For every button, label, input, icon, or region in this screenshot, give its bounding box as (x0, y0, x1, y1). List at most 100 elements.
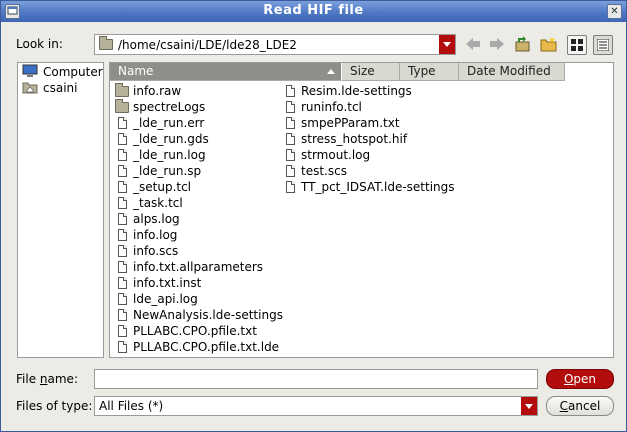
window-title: Read HIF file (263, 3, 364, 18)
file-icon (111, 229, 133, 241)
list-item[interactable]: runinfo.tcl (279, 99, 362, 115)
list-item[interactable]: lde_api.log (111, 291, 198, 307)
list-item[interactable]: info.log (111, 227, 177, 243)
file-icon (279, 165, 301, 177)
folder-icon (111, 98, 133, 113)
list-item-label: _task.tcl (133, 196, 183, 210)
close-icon[interactable]: ✕ (607, 4, 622, 19)
folder-icon (99, 36, 113, 53)
list-item-label: test.scs (301, 164, 347, 178)
column-header-type[interactable]: Type (400, 63, 459, 81)
list-item[interactable]: info.scs (111, 243, 178, 259)
list-item[interactable]: spectreLogs (111, 98, 206, 115)
look-in-combo[interactable]: /home/csaini/LDE/lde28_LDE2 (94, 34, 456, 55)
list-item-label: PLLABC.CPO.pfile.txt.lde (133, 340, 280, 354)
list-item[interactable]: TT_pct_IDSAT.lde-settings (279, 179, 455, 195)
file-icon (279, 181, 301, 193)
column-header-label: Size (350, 64, 375, 78)
column-header-label: Date Modified (467, 64, 551, 78)
new-folder-icon[interactable] (539, 34, 559, 54)
list-item-label: info.raw (133, 84, 182, 98)
list-item-label: PLLABC.CPO.pfile.txt (133, 324, 257, 338)
files-of-type-value: All Files (*) (99, 399, 164, 413)
list-item[interactable]: _setup.tcl (111, 179, 191, 195)
list-item[interactable]: PLLABC.CPO.pfile.txt (111, 323, 257, 339)
list-item[interactable]: info.raw (111, 82, 182, 99)
cancel-button-label: ancel (568, 399, 601, 413)
title-bar[interactable]: Read HIF file ✕ (1, 1, 626, 22)
forward-arrow-icon[interactable] (487, 34, 507, 54)
list-item-label: _lde_run.err (133, 116, 205, 130)
folder-icon (111, 82, 133, 97)
list-item-label: lde_api.log (133, 292, 198, 306)
list-item[interactable]: info.txt.allparameters (111, 259, 263, 275)
list-item[interactable]: _task.tcl (111, 195, 183, 211)
list-item[interactable]: Resim.lde-settings (279, 83, 412, 99)
open-button-mnemonic: O (563, 372, 574, 386)
open-button-label: pen (573, 372, 597, 386)
list-item[interactable]: strmout.log (279, 147, 370, 163)
file-icon (111, 325, 133, 337)
list-item[interactable]: info.txt.inst (111, 275, 201, 291)
list-item-label: _lde_run.log (133, 148, 206, 162)
list-item-label: NewAnalysis.lde-settings (133, 308, 283, 322)
file-icon (279, 117, 301, 129)
read-hif-file-dialog: Read HIF file ✕ Look in: /home/csaini/LD… (0, 0, 627, 432)
list-item-label: stress_hotspot.hif (301, 132, 408, 146)
list-item-label: info.txt.inst (133, 276, 202, 290)
look-in-label: Look in: (16, 37, 63, 51)
file-icon (111, 117, 133, 129)
list-item-label: _lde_run.gds (133, 132, 209, 146)
file-icon (111, 309, 133, 321)
file-name-label-pre: File (16, 372, 40, 386)
list-item[interactable]: alps.log (111, 211, 180, 227)
list-item-label: smpePParam.txt (301, 116, 400, 130)
look-in-path: /home/csaini/LDE/lde28_LDE2 (118, 38, 297, 52)
list-item[interactable]: smpePParam.txt (279, 115, 400, 131)
sidebar-item-csaini[interactable]: csaini (22, 80, 77, 96)
sidebar-item-label: Computer (43, 65, 103, 79)
file-icon (111, 165, 133, 177)
list-item[interactable]: _lde_run.err (111, 115, 204, 131)
list-item-label: _lde_run.sp (133, 164, 202, 178)
list-item[interactable]: PLLABC.CPO.pfile.txt.lde (111, 339, 279, 355)
detail-view-icon[interactable] (593, 35, 613, 55)
file-name-label-post: ame: (47, 372, 78, 386)
column-header-label: Type (408, 64, 436, 78)
chevron-down-icon[interactable] (439, 35, 455, 54)
list-item[interactable]: test.scs (279, 163, 347, 179)
file-icon (111, 261, 133, 273)
parent-folder-icon[interactable] (513, 34, 533, 54)
sort-ascending-icon (327, 69, 335, 74)
list-item[interactable]: _lde_run.log (111, 147, 206, 163)
computer-icon (22, 64, 38, 81)
list-item[interactable]: stress_hotspot.hif (279, 131, 407, 147)
file-icon (111, 181, 133, 193)
cancel-button[interactable]: Cancel (546, 396, 614, 416)
list-item-label: _setup.tcl (133, 180, 192, 194)
list-item-label: TT_pct_IDSAT.lde-settings (301, 180, 455, 194)
column-header-name[interactable]: Name (110, 63, 342, 81)
list-item[interactable]: _lde_run.gds (111, 131, 209, 147)
list-item[interactable]: _lde_run.sp (111, 163, 201, 179)
sidebar-item-computer[interactable]: Computer (22, 64, 103, 80)
column-header-size[interactable]: Size (342, 63, 400, 81)
list-item-label: strmout.log (301, 148, 371, 162)
files-of-type-label: Files of type: (16, 399, 93, 413)
list-view-icon[interactable] (567, 35, 587, 55)
list-item-label: info.log (133, 228, 178, 242)
file-name-input[interactable] (94, 369, 538, 389)
list-item-label: spectreLogs (133, 100, 206, 114)
files-of-type-combo[interactable]: All Files (*) (94, 396, 538, 416)
file-name-label: File name: (16, 372, 78, 386)
file-icon (279, 101, 301, 113)
list-item-label: Resim.lde-settings (301, 84, 412, 98)
chevron-down-icon[interactable] (521, 397, 537, 415)
back-arrow-icon[interactable] (463, 34, 483, 54)
column-header-date-modified[interactable]: Date Modified (459, 63, 565, 81)
sidebar-item-label: csaini (43, 81, 78, 95)
list-item[interactable]: NewAnalysis.lde-settings (111, 307, 283, 323)
open-button[interactable]: Open (546, 369, 614, 389)
file-icon (111, 213, 133, 225)
file-list[interactable]: Name Size Type Date Modified info.raw spe… (109, 62, 614, 358)
